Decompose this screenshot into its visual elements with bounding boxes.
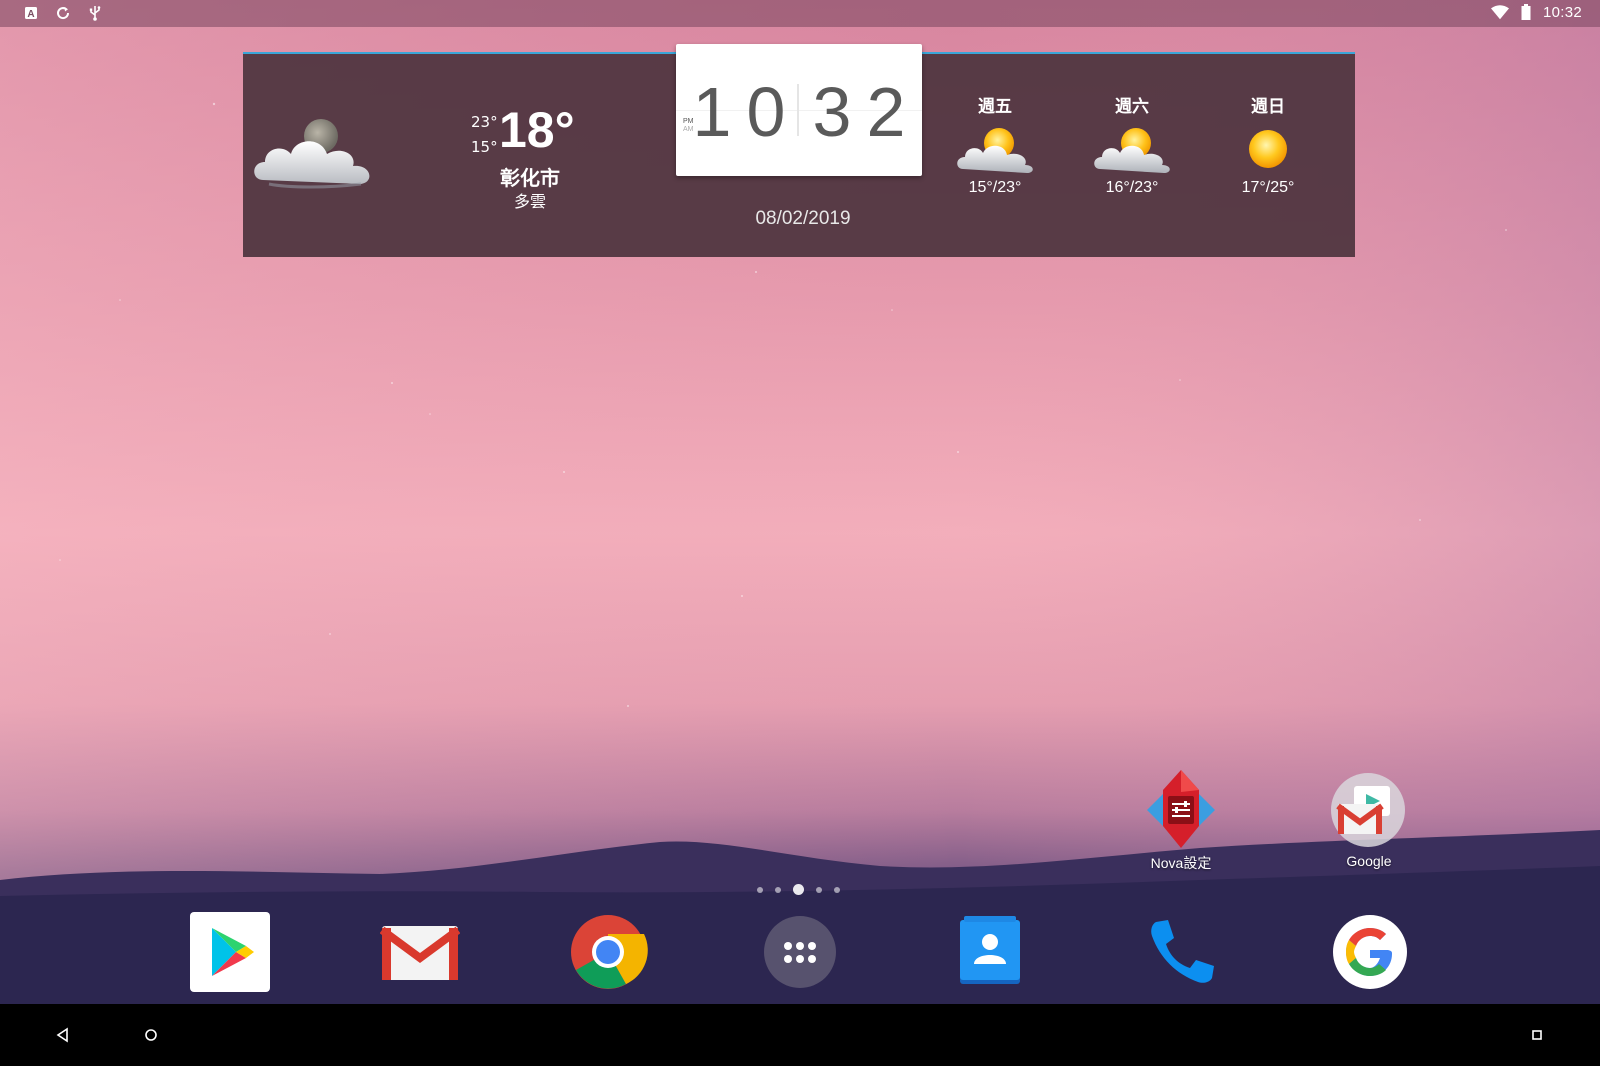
- a-notification-icon: A: [22, 4, 40, 22]
- page-dot[interactable]: [834, 886, 840, 893]
- nova-settings-icon: [1147, 770, 1215, 848]
- play-store-app[interactable]: [190, 912, 270, 992]
- nova-settings-app[interactable]: [1141, 770, 1221, 850]
- clock-hour-tens: 1: [692, 73, 732, 151]
- forecast-day: 週日 17°/25°: [1213, 92, 1323, 197]
- chrome-app[interactable]: [568, 912, 648, 992]
- phone-icon: [1151, 920, 1214, 983]
- forecast-day: 週六 16°/23°: [1077, 92, 1187, 197]
- gmail-icon: [379, 926, 461, 980]
- sun-icon: [1249, 130, 1287, 168]
- current-temp: 18°: [499, 102, 575, 158]
- app-drawer-icon: [764, 916, 836, 988]
- google-folder-label[interactable]: Google: [1304, 853, 1434, 869]
- clock-separator: [797, 84, 799, 136]
- page-indicator[interactable]: [757, 884, 840, 895]
- forecast-range: 17°/25°: [1241, 179, 1295, 196]
- contacts-app[interactable]: [950, 912, 1030, 992]
- low-temp: 15°: [471, 138, 498, 156]
- play-store-icon: [190, 912, 270, 992]
- wifi-icon: [1490, 3, 1509, 21]
- google-app[interactable]: [1330, 912, 1410, 992]
- phone-app[interactable]: [1140, 912, 1220, 992]
- high-low-temps: 23° 15°: [471, 110, 498, 160]
- chrome-icon: [571, 915, 648, 989]
- google-icon: [1333, 915, 1407, 989]
- recents-icon[interactable]: [1527, 1025, 1547, 1045]
- navigation-bar: [0, 1004, 1600, 1066]
- status-bar: A 10:32: [0, 0, 1600, 27]
- back-icon[interactable]: [53, 1025, 73, 1045]
- night-cloudy-icon: [254, 119, 370, 189]
- gmail-app[interactable]: [379, 914, 461, 990]
- nova-settings-label[interactable]: Nova設定: [1116, 853, 1246, 873]
- page-dot-active[interactable]: [793, 884, 804, 895]
- forecast-day: 週五 15°/23°: [940, 92, 1050, 197]
- flip-clock[interactable]: PM AM 1 0 3 2: [676, 44, 922, 176]
- status-time: 10:32: [1542, 3, 1582, 21]
- contacts-icon: [960, 916, 1020, 984]
- weather-condition: 多雲: [513, 192, 546, 211]
- partly-cloudy-icon: [957, 128, 1033, 173]
- partly-cloudy-icon: [1094, 128, 1170, 173]
- usb-icon: [86, 4, 104, 22]
- svg-text:A: A: [27, 9, 34, 20]
- battery-icon: [1517, 3, 1535, 21]
- city-name: 彰化市: [500, 166, 560, 190]
- app-drawer-button[interactable]: [760, 912, 840, 992]
- forecast-day-label: 週五: [978, 97, 1012, 117]
- high-temp: 23°: [471, 113, 498, 131]
- home-icon[interactable]: [141, 1025, 161, 1045]
- clock-minute-tens: 3: [812, 73, 852, 151]
- forecast-day-label: 週六: [1115, 97, 1149, 117]
- google-folder[interactable]: [1330, 772, 1406, 848]
- page-dot[interactable]: [757, 886, 763, 893]
- forecast-range: 15°/23°: [968, 179, 1022, 196]
- clock-minute-ones: 2: [866, 73, 906, 151]
- clock-hour-ones: 0: [746, 73, 786, 151]
- page-dot[interactable]: [775, 886, 781, 893]
- page-dot[interactable]: [816, 886, 822, 893]
- sync-icon: [54, 4, 72, 22]
- widget-date: 08/02/2019: [755, 208, 851, 229]
- forecast-day-label: 週日: [1251, 97, 1285, 117]
- forecast-range: 16°/23°: [1105, 179, 1159, 196]
- google-folder-icon: [1331, 773, 1405, 847]
